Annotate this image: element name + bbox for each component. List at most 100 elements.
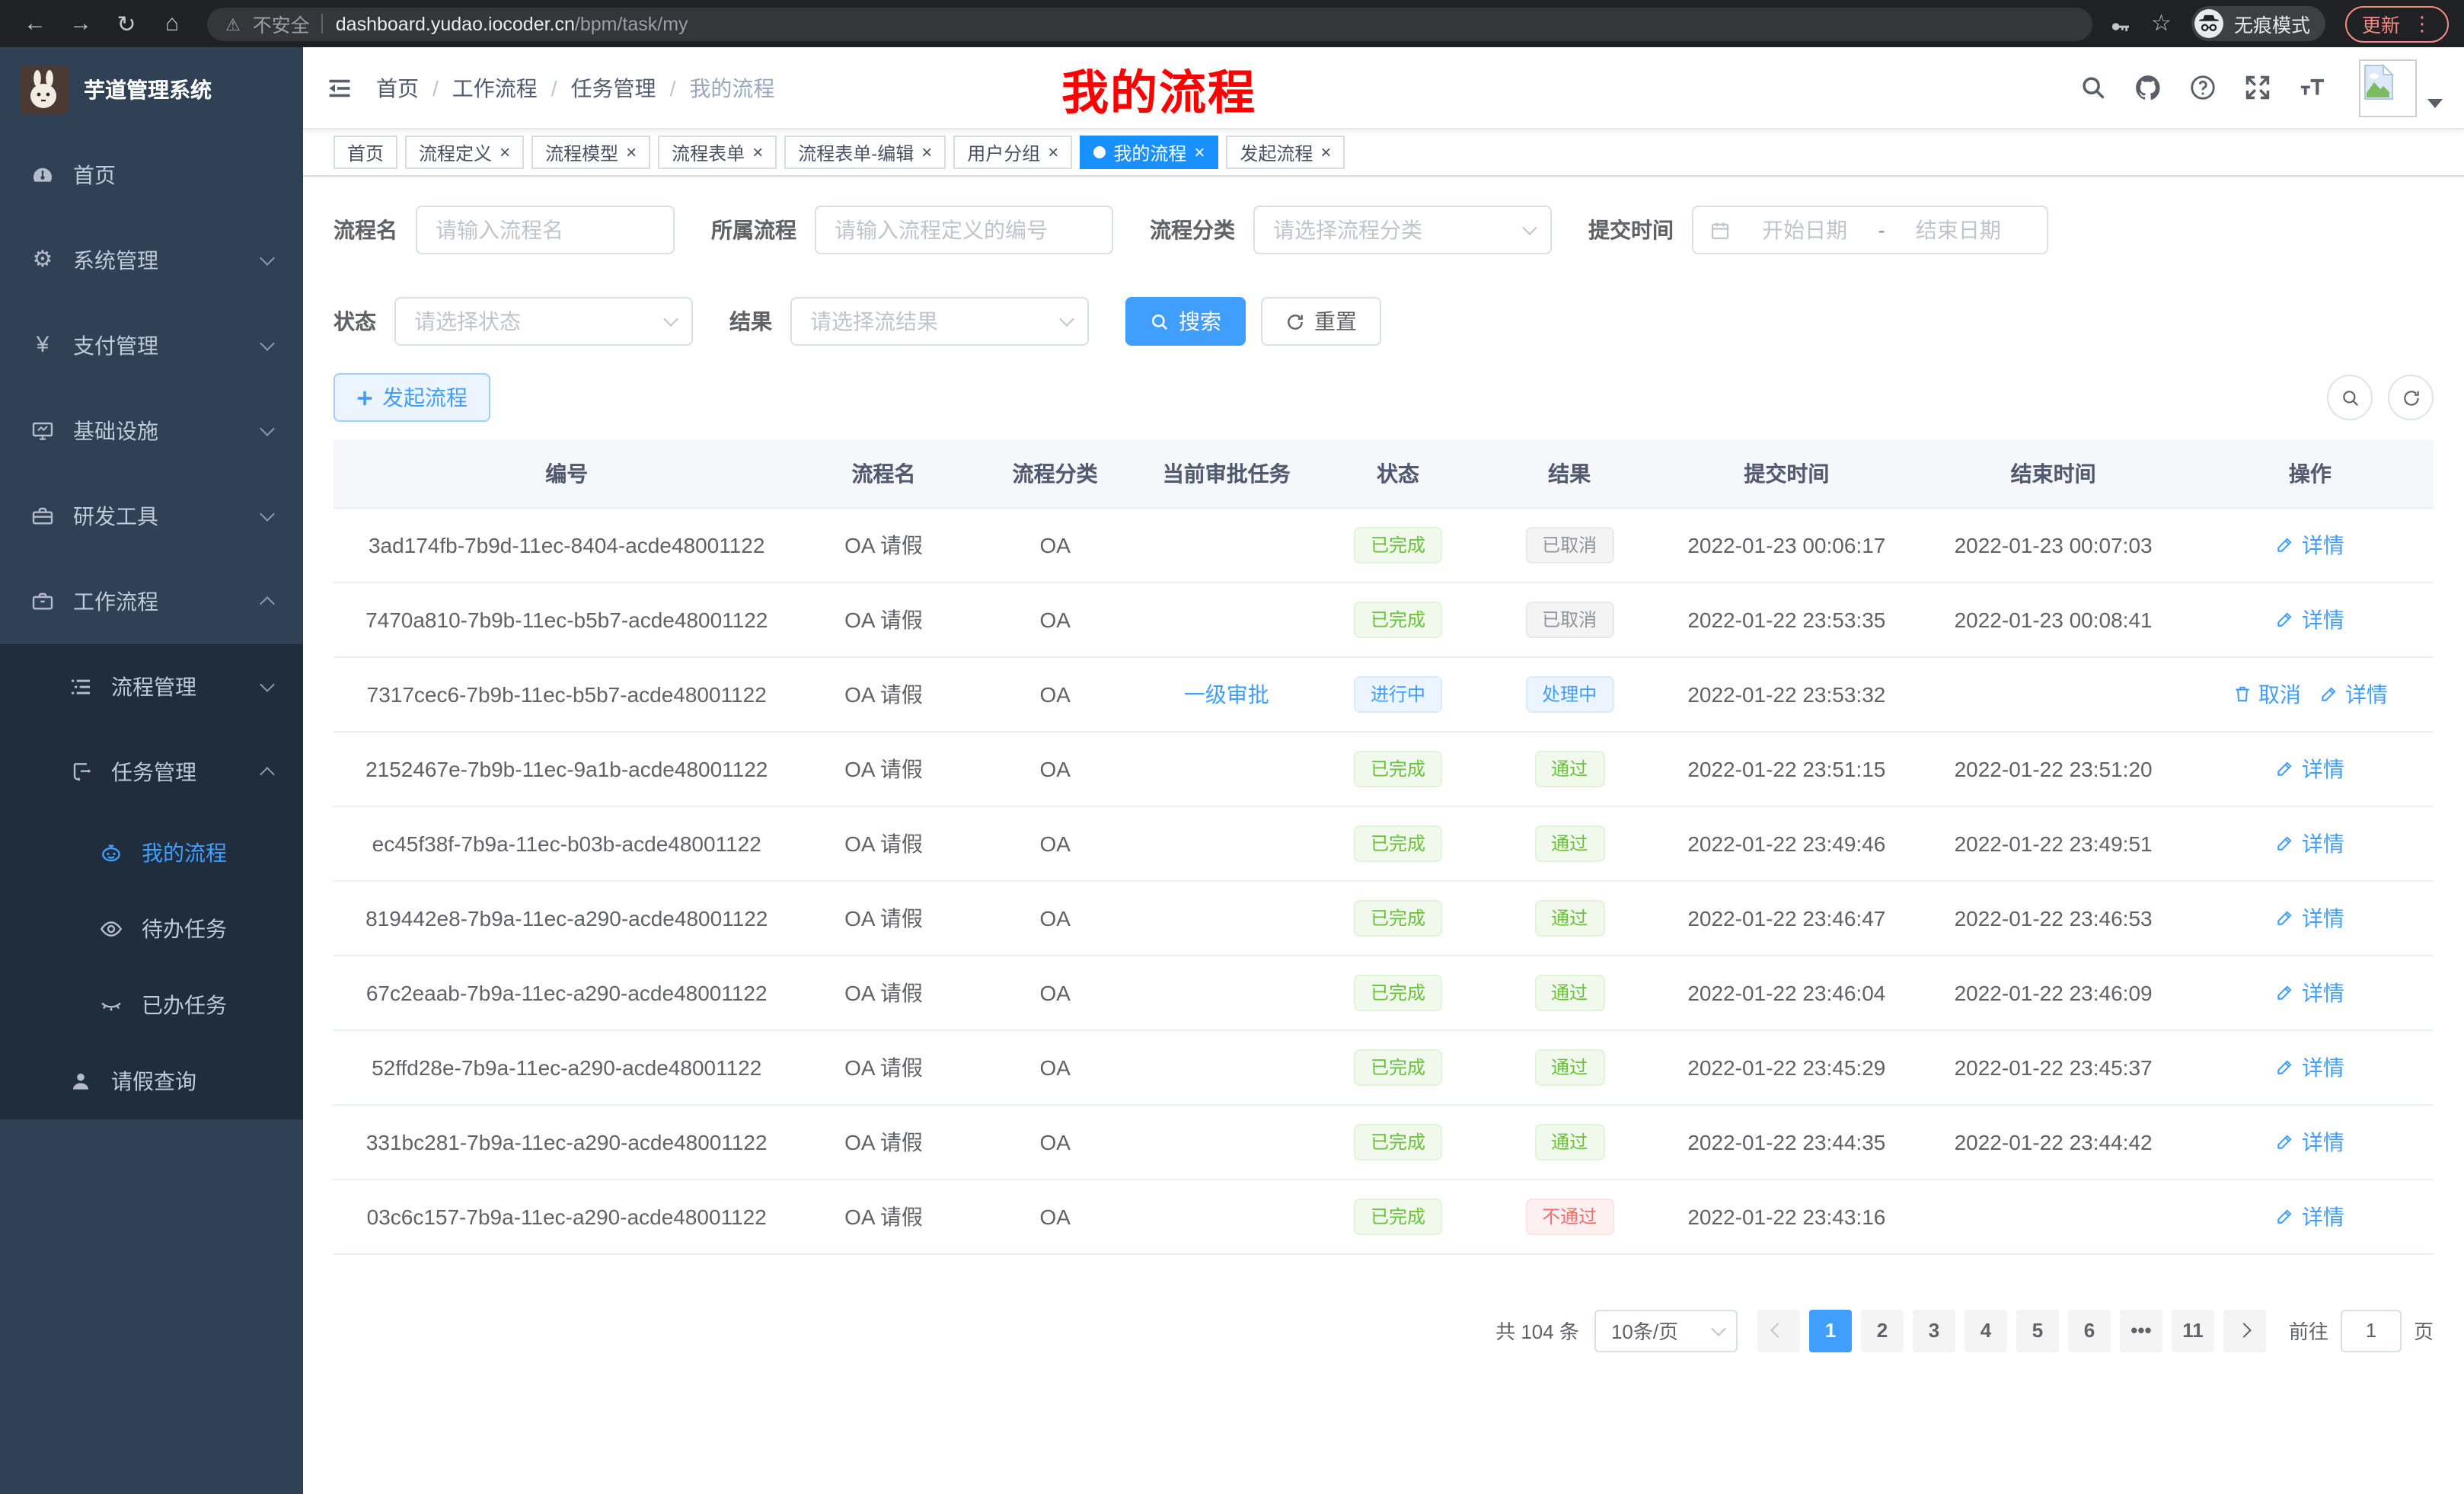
page-button[interactable]: 6 — [2068, 1309, 2111, 1352]
search-button[interactable]: 搜索 — [1125, 297, 1246, 346]
cell-status: 已完成 — [1310, 582, 1486, 656]
page-button[interactable]: 3 — [1913, 1309, 1955, 1352]
sidebar-item-devtools[interactable]: 研发工具 — [0, 474, 303, 559]
sidebar-toggle-icon[interactable] — [303, 74, 376, 101]
tab-close-icon[interactable] — [1320, 143, 1331, 161]
browser-menu-icon[interactable] — [2412, 10, 2432, 37]
sidebar-item-label: 已办任务 — [142, 990, 227, 1020]
page-button-current[interactable]: 1 — [1809, 1309, 1852, 1352]
breadcrumb-separator — [551, 75, 557, 100]
process-category-select[interactable]: 请选择流程分类 — [1253, 206, 1552, 254]
page-button[interactable]: 5 — [2016, 1309, 2059, 1352]
tab-close-icon[interactable] — [626, 143, 637, 161]
page-size-select[interactable]: 10条/页 — [1594, 1309, 1738, 1352]
font-size-icon[interactable] — [2298, 73, 2327, 102]
tab-process-form[interactable]: 流程表单 — [658, 136, 777, 169]
app-logo: 芋道管理系统 — [0, 47, 303, 132]
sidebar-item-payment[interactable]: ¥ 支付管理 — [0, 303, 303, 388]
tab-process-model[interactable]: 流程模型 — [531, 136, 650, 169]
detail-link[interactable]: 详情 — [2276, 977, 2344, 1007]
reset-button[interactable]: 重置 — [1261, 297, 1381, 346]
breadcrumb-item[interactable]: 任务管理 — [571, 72, 656, 103]
page-button[interactable]: 4 — [1964, 1309, 2007, 1352]
process-name-input[interactable] — [416, 206, 675, 254]
browser-reload-icon[interactable] — [107, 10, 146, 37]
breadcrumb-item[interactable]: 工作流程 — [452, 72, 538, 103]
help-icon[interactable] — [2188, 73, 2217, 102]
prev-page-button[interactable] — [1757, 1309, 1800, 1352]
sidebar-item-system[interactable]: ⚙ 系统管理 — [0, 218, 303, 303]
tab-process-form-edit[interactable]: 流程表单-编辑 — [784, 136, 946, 169]
cancel-link[interactable]: 取消 — [2233, 678, 2301, 709]
tab-close-icon[interactable] — [921, 143, 932, 161]
process-definition-input[interactable] — [815, 206, 1113, 254]
avatar-caret-icon[interactable] — [2427, 98, 2443, 107]
start-process-button[interactable]: 发起流程 — [334, 373, 490, 422]
detail-link[interactable]: 详情 — [2276, 753, 2344, 784]
detail-link[interactable]: 详情 — [2276, 1126, 2344, 1157]
search-icon[interactable] — [2079, 73, 2108, 102]
cell-submit-time: 2022-01-22 23:53:32 — [1653, 656, 1920, 731]
cell-id: ec45f38f-7b9a-11ec-b03b-acde48001122 — [334, 806, 800, 880]
submit-time-range-picker[interactable]: 开始日期 - 结束日期 — [1692, 206, 2048, 254]
sidebar-item-my-process[interactable]: 我的流程 — [0, 815, 303, 891]
browser-home-icon[interactable] — [152, 11, 192, 37]
bookmark-star-icon[interactable] — [2151, 9, 2172, 38]
security-warning-icon[interactable] — [225, 13, 241, 34]
fullscreen-icon[interactable] — [2243, 73, 2272, 102]
detail-link[interactable]: 详情 — [2319, 678, 2388, 709]
sidebar-item-todo-tasks[interactable]: 待办任务 — [0, 891, 303, 967]
page-button[interactable]: ••• — [2120, 1309, 2162, 1352]
tab-close-icon[interactable] — [1048, 143, 1058, 161]
table-row: 03c6c157-7b9a-11ec-a290-acde48001122OA 请… — [334, 1179, 2434, 1253]
table-row: 7470a810-7b9b-11ec-b5b7-acde48001122OA 请… — [334, 582, 2434, 656]
password-key-icon[interactable] — [2107, 11, 2131, 36]
browser-forward-icon[interactable] — [61, 11, 101, 37]
cell-id: 2152467e-7b9b-11ec-9a1b-acde48001122 — [334, 731, 800, 806]
next-page-button[interactable] — [2223, 1309, 2266, 1352]
detail-link[interactable]: 详情 — [2276, 1052, 2344, 1082]
cell-submit-time: 2022-01-22 23:45:29 — [1653, 1030, 1920, 1104]
sidebar-item-leave-query[interactable]: 请假查询 — [0, 1043, 303, 1119]
detail-link[interactable]: 详情 — [2276, 902, 2344, 933]
select-placeholder: 请选择状态 — [414, 306, 665, 337]
tab-close-icon[interactable] — [500, 143, 510, 161]
result-select[interactable]: 请选择流结果 — [790, 297, 1089, 346]
sidebar-item-label: 流程管理 — [111, 672, 196, 702]
detail-link[interactable]: 详情 — [2276, 828, 2344, 858]
edit-icon — [2276, 535, 2296, 554]
tab-close-icon[interactable] — [752, 143, 763, 161]
avatar[interactable] — [2359, 59, 2417, 117]
tab-user-group[interactable]: 用户分组 — [953, 136, 1072, 169]
browser-back-icon[interactable] — [15, 11, 55, 37]
current-task-link[interactable]: 一级审批 — [1184, 682, 1269, 706]
github-icon[interactable] — [2134, 73, 2162, 102]
table-refresh-button[interactable] — [2388, 375, 2434, 420]
address-bar[interactable]: 不安全 dashboard.yudao.iocoder.cn/bpm/task/… — [207, 7, 2092, 40]
table-search-toggle-button[interactable] — [2327, 375, 2373, 420]
tab-process-definition[interactable]: 流程定义 — [405, 136, 524, 169]
sidebar-item-done-tasks[interactable]: 已办任务 — [0, 967, 303, 1043]
user-avatar-area[interactable] — [2359, 59, 2443, 117]
detail-link[interactable]: 详情 — [2276, 604, 2344, 634]
detail-link[interactable]: 详情 — [2276, 1201, 2344, 1231]
sidebar-item-process-management[interactable]: 流程管理 — [0, 644, 303, 729]
browser-update-button[interactable]: 更新 — [2345, 5, 2449, 42]
goto-page-input[interactable] — [2341, 1309, 2402, 1352]
tab-start-process[interactable]: 发起流程 — [1226, 136, 1345, 169]
breadcrumb-item[interactable]: 首页 — [376, 72, 419, 103]
detail-link[interactable]: 详情 — [2276, 529, 2344, 560]
tab-close-icon[interactable] — [1194, 143, 1205, 161]
tab-home[interactable]: 首页 — [334, 136, 397, 169]
navbar: 首页 工作流程 任务管理 我的流程 我的流程 — [303, 47, 2464, 129]
cell-category: OA — [968, 507, 1143, 582]
result-badge: 通过 — [1534, 1123, 1604, 1160]
sidebar-item-task-management[interactable]: 任务管理 — [0, 729, 303, 815]
tab-my-process[interactable]: 我的流程 — [1080, 136, 1218, 169]
sidebar-item-workflow[interactable]: 工作流程 — [0, 559, 303, 644]
sidebar-item-infrastructure[interactable]: 基础设施 — [0, 388, 303, 474]
page-button[interactable]: 11 — [2172, 1309, 2214, 1352]
sidebar-item-home[interactable]: 首页 — [0, 132, 303, 218]
page-button[interactable]: 2 — [1861, 1309, 1904, 1352]
status-select[interactable]: 请选择状态 — [394, 297, 693, 346]
